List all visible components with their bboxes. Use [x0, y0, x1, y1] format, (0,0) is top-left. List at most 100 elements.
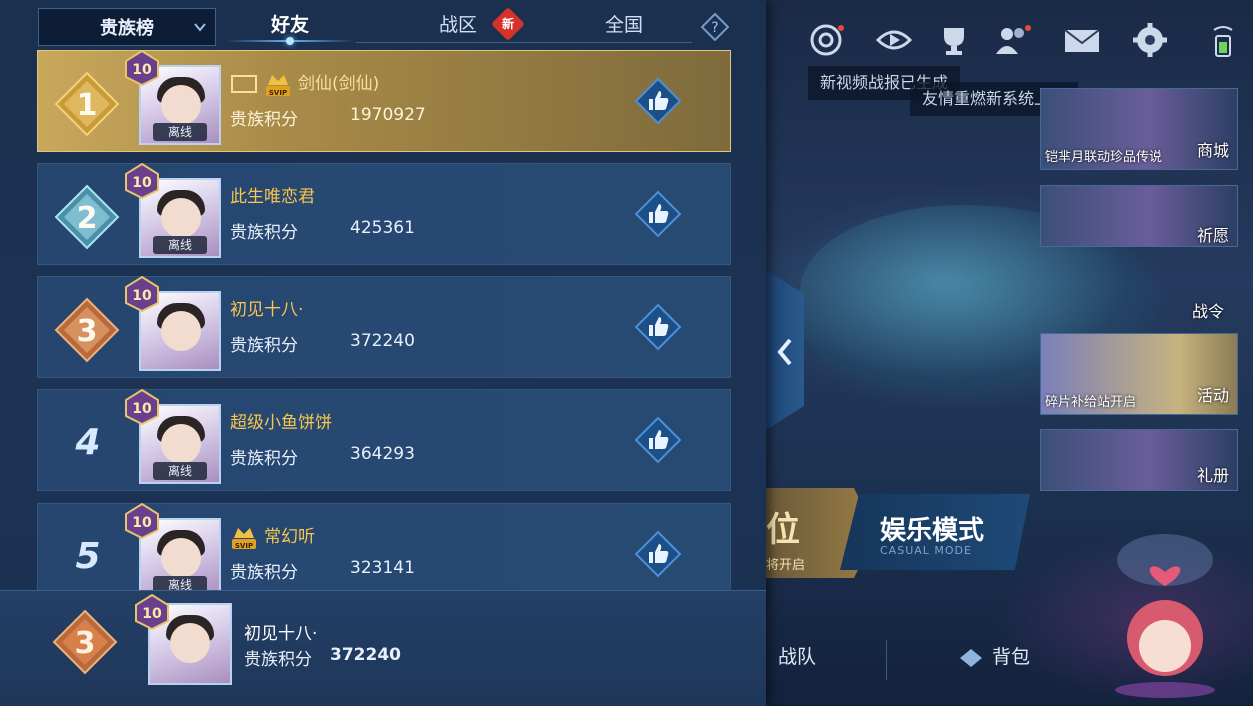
bag-icon: [958, 647, 984, 669]
eye-icon[interactable]: [874, 22, 914, 58]
side-card-caption: 铠芈月联动珍品传说: [1045, 150, 1163, 165]
score-value: 364293: [350, 444, 415, 464]
score-label: 贵族积分: [230, 223, 298, 243]
noble-level-badge-icon: 10: [125, 502, 159, 540]
side-card-label: 祈愿: [1196, 226, 1229, 245]
casual-mode-subtitle: CASUAL MODE: [880, 544, 972, 557]
rank-number: 4: [75, 422, 101, 463]
casual-mode-button[interactable]: 娱乐模式 CASUAL MODE: [840, 494, 1030, 570]
chevron-down-icon: [194, 23, 206, 32]
offline-tag: 离线: [153, 236, 207, 254]
noble-level-text: 10: [132, 175, 152, 191]
offline-tag: 离线: [153, 123, 207, 141]
battle-pass-label[interactable]: 战令: [1192, 298, 1224, 322]
thumbs-up-icon[interactable]: [634, 190, 682, 238]
side-card-label: 活动: [1196, 386, 1229, 405]
noble-level-badge-icon: 10: [125, 49, 159, 87]
rank-number: 5: [75, 536, 101, 577]
score-value: 323141: [350, 558, 415, 578]
self-name: 初见十八·: [244, 624, 318, 644]
score-label: 贵族积分: [230, 336, 298, 356]
friend-name: 此生唯恋君: [230, 182, 315, 207]
friend-name-text: 此生唯恋君: [230, 187, 315, 207]
friend-name: 初见十八·: [230, 295, 303, 320]
friend-name-text: 剑仙(剑仙): [298, 74, 380, 94]
ranking-row[interactable]: 1 离线 10 SVIP 剑仙(剑仙) 贵族积分 1970927: [37, 49, 731, 152]
ranking-type-dropdown[interactable]: 贵族榜: [38, 8, 216, 46]
noble-level-text: 10: [142, 606, 162, 622]
noble-level-badge-icon: 10: [135, 593, 169, 631]
casual-mode-title: 娱乐模式: [880, 516, 985, 546]
noble-level-badge-icon: 10: [125, 388, 159, 426]
collapse-panel-button[interactable]: [766, 270, 804, 430]
friend-name-text: 初见十八·: [230, 300, 304, 320]
nav-divider: [886, 640, 887, 680]
nav-team[interactable]: 战队: [778, 642, 816, 669]
rank-badge-icon: 2: [54, 184, 120, 250]
replay-icon[interactable]: [806, 22, 846, 58]
noble-level-text: 10: [132, 288, 152, 304]
friend-name: SVIP 剑仙(剑仙): [230, 69, 379, 97]
svg-text:?: ?: [711, 20, 718, 36]
self-score-value: 372240: [330, 645, 401, 665]
friend-name-text: 超级小鱼饼饼: [230, 413, 332, 433]
settings-gear-icon[interactable]: [1130, 22, 1170, 58]
rank-number: 2: [77, 201, 98, 236]
nav-bag-label: 背包: [992, 646, 1031, 668]
side-card-event[interactable]: 碎片补给站开启 活动: [1040, 333, 1238, 415]
self-rank-number: 3: [75, 626, 96, 661]
new-badge-text: 新: [501, 17, 514, 31]
mail-icon[interactable]: [1062, 22, 1102, 58]
self-score-label: 贵族积分: [244, 650, 312, 670]
thumbs-up-icon[interactable]: [634, 416, 682, 464]
tab-region[interactable]: 战区: [418, 10, 498, 44]
thumbs-up-icon[interactable]: [634, 77, 682, 125]
ranking-panel: 贵族榜 好友 战区 新 全国 ? 1 离线 10 SVIP 剑仙(剑仙) 贵族积…: [0, 0, 766, 706]
svip-text: SVIP: [235, 542, 253, 550]
ranking-type-label: 贵族榜: [100, 18, 154, 39]
friend-name: SVIP 常幻听: [230, 522, 315, 550]
ranked-mode-label: 位: [766, 510, 800, 550]
self-rank-row: 3 10 初见十八· 贵族积分 372240: [0, 590, 766, 706]
ranking-row[interactable]: 3 10 初见十八· 贵族积分 372240: [37, 275, 731, 378]
svip-crown-icon: SVIP: [264, 71, 292, 97]
side-card-label: 礼册: [1196, 466, 1229, 485]
ranking-row[interactable]: 4 离线 10 超级小鱼饼饼 贵族积分 364293: [37, 388, 731, 491]
nav-bag[interactable]: 背包: [958, 642, 1030, 669]
rank-badge-icon: 3: [54, 297, 120, 363]
battery-wifi-icon: [1208, 22, 1238, 58]
rank-number: 1: [77, 88, 98, 123]
score-label: 贵族积分: [230, 449, 298, 469]
noble-level-text: 10: [132, 515, 152, 531]
ranking-row[interactable]: 5 离线 10 SVIP 常幻听 贵族积分 323141: [37, 502, 731, 598]
offline-tag: 离线: [153, 462, 207, 480]
rank-number: 3: [77, 314, 98, 349]
thumbs-up-icon[interactable]: [634, 530, 682, 578]
trophy-icon[interactable]: [934, 22, 974, 58]
frame-icon: [230, 73, 258, 95]
tab-national[interactable]: 全国: [584, 10, 664, 44]
side-card-caption: 碎片补给站开启: [1045, 395, 1137, 410]
side-card-wish[interactable]: 祈愿: [1040, 185, 1238, 247]
noble-level-badge-icon: 10: [125, 162, 159, 200]
score-value: 425361: [350, 218, 415, 238]
new-badge: 新: [491, 7, 525, 41]
rank-3-badge-icon: 3: [52, 609, 118, 675]
rank-badge-icon: 1: [54, 71, 120, 137]
tab-active-dot: [286, 37, 294, 45]
ranked-mode-sub: 将开启: [766, 558, 806, 573]
score-value: 372240: [350, 331, 415, 351]
side-card-label: 商城: [1196, 141, 1229, 160]
side-card-gift[interactable]: 礼册: [1040, 429, 1238, 491]
friend-name-text: 常幻听: [264, 527, 315, 547]
friend-name: 超级小鱼饼饼: [230, 408, 332, 433]
score-value: 1970927: [350, 105, 426, 125]
score-label: 贵族积分: [230, 110, 298, 130]
question-icon[interactable]: ?: [700, 12, 730, 42]
side-card-mall[interactable]: 铠芈月联动珍品传说 商城: [1040, 88, 1238, 170]
pet-character[interactable]: [1100, 520, 1230, 700]
thumbs-up-icon[interactable]: [634, 303, 682, 351]
friends-icon[interactable]: [992, 22, 1032, 58]
ranking-row[interactable]: 2 离线 10 此生唯恋君 贵族积分 425361: [37, 162, 731, 265]
noble-level-badge-icon: 10: [125, 275, 159, 313]
